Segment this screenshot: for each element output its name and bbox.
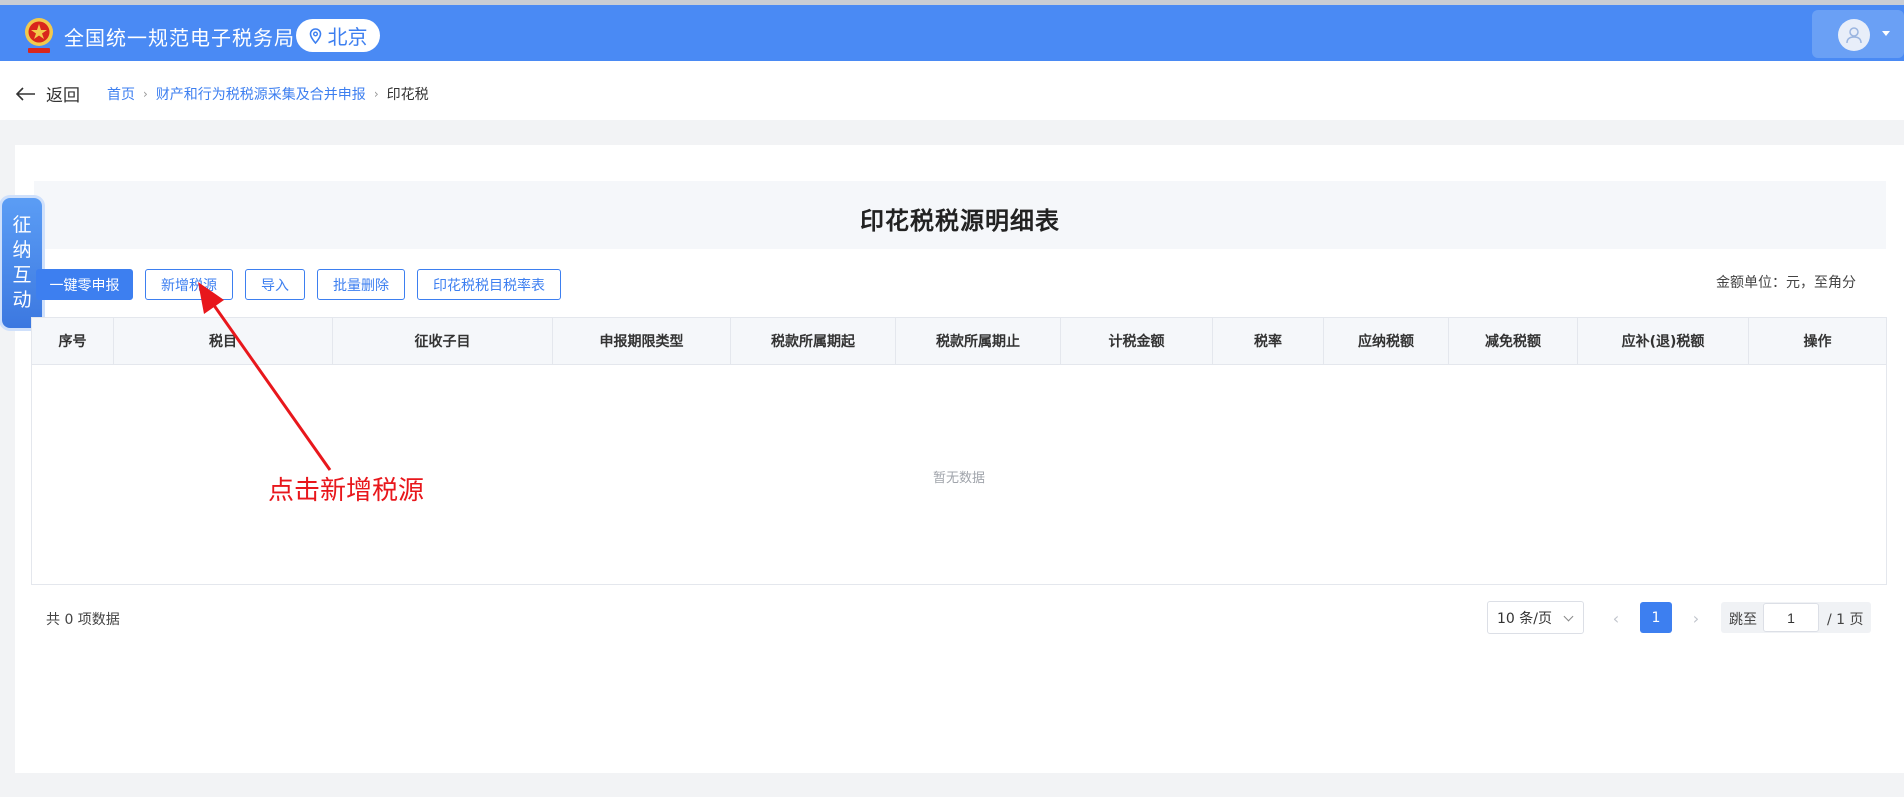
chevron-right-icon: › (1692, 608, 1700, 628)
page-size-select[interactable]: 10 条/页 (1487, 601, 1584, 634)
column-header: 税率 (1213, 318, 1324, 364)
column-header: 减免税额 (1449, 318, 1578, 364)
column-header: 计税金额 (1061, 318, 1213, 364)
user-menu[interactable] (1812, 10, 1904, 58)
column-header: 应纳税额 (1324, 318, 1449, 364)
breadcrumb-home[interactable]: 首页 (107, 84, 135, 104)
page-size-value: 10 条/页 (1497, 610, 1552, 627)
jump-label: 跳至 (1729, 612, 1757, 628)
city-selector[interactable]: 北京 (296, 19, 380, 52)
chevron-down-icon (1563, 611, 1574, 622)
total-count: 共 0 项数据 (46, 612, 120, 628)
arrow-left-icon (16, 86, 35, 101)
column-header: 序号 (32, 318, 114, 364)
avatar[interactable] (1838, 19, 1870, 51)
location-pin-icon (309, 27, 321, 44)
side-tab-char: 互 (12, 264, 32, 286)
zero-declaration-button[interactable]: 一键零申报 (36, 269, 133, 300)
breadcrumb-property-tax[interactable]: 财产和行为税税源采集及合并申报 (156, 84, 366, 104)
column-header: 应补(退)税额 (1578, 318, 1749, 364)
side-tab-char: 征 (12, 214, 32, 236)
total-pages: / 1 页 (1827, 612, 1864, 628)
column-header: 税款所属期起 (731, 318, 896, 364)
navigation-bar: 返回 首页 › 财产和行为税税源采集及合并申报 › 印花税 (0, 61, 1904, 120)
form-title-band: 印花税税源明细表 (34, 181, 1886, 249)
site-title: 全国统一规范电子税务局 (64, 26, 295, 50)
chevron-left-icon: ‹ (1612, 608, 1620, 628)
table-header: 序号 税目 征收子目 申报期限类型 税款所属期起 税款所属期止 计税金额 税率 … (32, 318, 1886, 365)
back-label: 返回 (46, 86, 80, 106)
breadcrumb-separator-icon: › (143, 87, 148, 101)
next-page-button[interactable]: › (1682, 603, 1710, 633)
side-tab-interaction[interactable]: 征 纳 互 动 (2, 198, 42, 328)
back-button[interactable]: 返回 (16, 81, 80, 106)
breadcrumb: 首页 › 财产和行为税税源采集及合并申报 › 印花税 (107, 84, 429, 104)
page-jumper: 跳至 / 1 页 (1721, 602, 1871, 633)
column-header: 申报期限类型 (553, 318, 731, 364)
page-number-current[interactable]: 1 (1640, 602, 1672, 633)
column-header: 操作 (1803, 334, 1832, 350)
jump-page-input[interactable] (1763, 603, 1819, 632)
top-header: 全国统一规范电子税务局 北京 (0, 5, 1904, 61)
column-header: 税款所属期止 (896, 318, 1061, 364)
column-header: 征收子目 (333, 318, 553, 364)
form-title: 印花税税源明细表 (860, 207, 1060, 235)
import-button[interactable]: 导入 (245, 269, 305, 300)
national-emblem-icon (25, 18, 53, 53)
annotation-text: 点击新增税源 (268, 476, 425, 506)
amount-unit-note: 金额单位：元，至角分 (1716, 275, 1856, 291)
breadcrumb-separator-icon: › (373, 87, 379, 101)
user-icon (1846, 27, 1862, 44)
side-tab-char: 动 (12, 289, 32, 311)
add-tax-source-button[interactable]: 新增税源 (145, 269, 233, 300)
column-header: 税目 (114, 318, 333, 364)
tax-source-table: 序号 税目 征收子目 申报期限类型 税款所属期起 税款所属期止 计税金额 税率 … (31, 317, 1887, 585)
side-tab-char: 纳 (12, 239, 32, 261)
caret-down-icon[interactable] (1882, 31, 1890, 36)
tax-rate-table-button[interactable]: 印花税税目税率表 (417, 269, 561, 300)
breadcrumb-current: 印花税 (386, 87, 429, 103)
city-label: 北京 (327, 25, 368, 49)
batch-delete-button[interactable]: 批量删除 (317, 269, 405, 300)
prev-page-button[interactable]: ‹ (1602, 603, 1630, 633)
